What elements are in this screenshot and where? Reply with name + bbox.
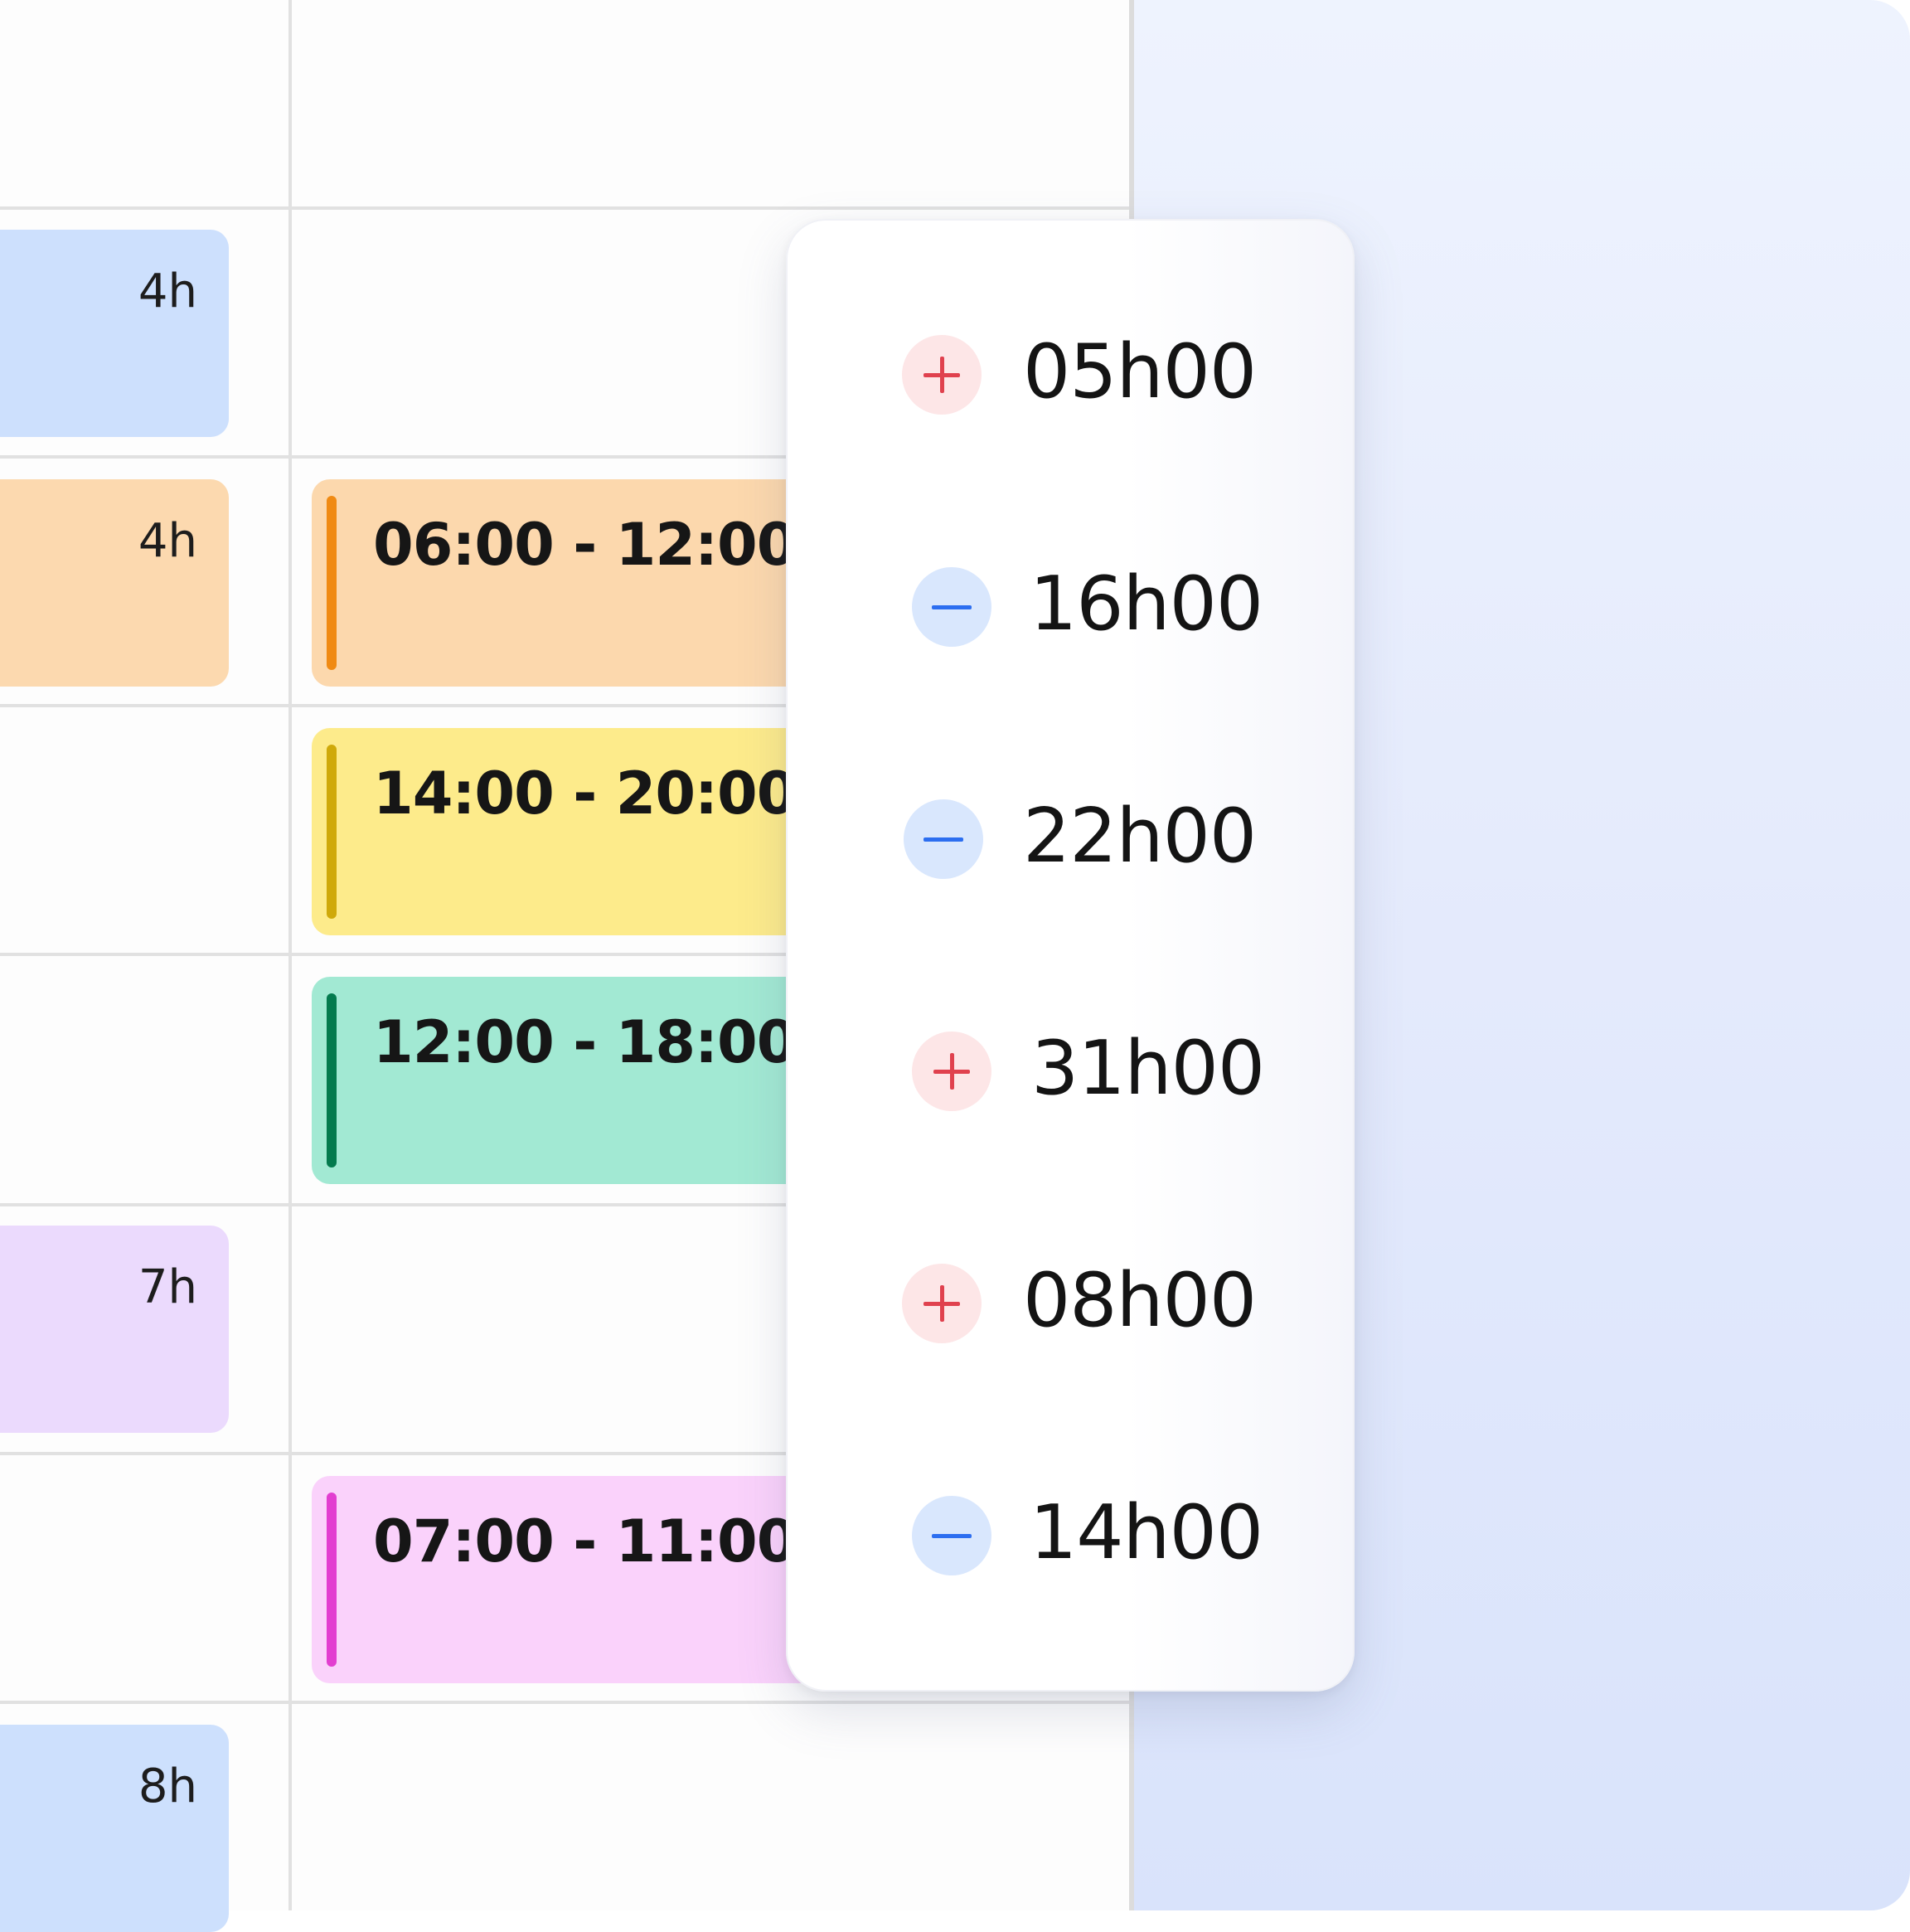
- hours-label: 4h: [138, 265, 197, 318]
- row-divider: [0, 1701, 1132, 1704]
- row-divider: [0, 206, 1132, 210]
- shift-time: 06:00 - 12:00: [373, 511, 797, 579]
- shift-color-bar: [327, 1493, 337, 1667]
- shift-color-bar: [327, 993, 337, 1167]
- balance-value: 31h00: [1031, 1025, 1265, 1112]
- minus-icon: [904, 799, 983, 879]
- plus-icon: [902, 335, 982, 415]
- shift-time: 14:00 - 20:00: [373, 760, 797, 828]
- balance-item[interactable]: 22h00: [788, 789, 1353, 889]
- balance-item[interactable]: 08h00: [788, 1254, 1353, 1353]
- balance-value: 05h00: [1023, 328, 1257, 415]
- hours-label: 8h: [138, 1760, 197, 1813]
- minus-icon: [912, 567, 991, 647]
- balance-item[interactable]: 14h00: [788, 1486, 1353, 1585]
- minus-icon: [912, 1496, 991, 1575]
- balance-value: 08h00: [1023, 1257, 1257, 1344]
- balance-item[interactable]: 31h00: [788, 1022, 1353, 1121]
- balance-value: 22h00: [1023, 793, 1257, 880]
- shift-time: 07:00 - 11:00: [373, 1507, 797, 1575]
- shift-card[interactable]: 07:00 - 11:00: [312, 1476, 809, 1683]
- balance-value: 16h00: [1030, 561, 1263, 648]
- shift-time: 12:00 - 18:00: [373, 1008, 797, 1076]
- hours-block[interactable]: 8h: [0, 1725, 229, 1932]
- shift-card[interactable]: 14:00 - 20:00: [312, 728, 809, 935]
- hours-block[interactable]: 7h: [0, 1226, 229, 1433]
- hours-balance-popover: 05h00 16h00 22h00 31h00 08h00 14h00: [786, 219, 1355, 1692]
- hours-block[interactable]: 4h: [0, 479, 229, 687]
- shift-card[interactable]: 06:00 - 12:00: [312, 479, 809, 687]
- balance-item[interactable]: 05h00: [788, 325, 1353, 425]
- column-divider: [288, 0, 292, 1910]
- balance-item[interactable]: 16h00: [788, 557, 1353, 657]
- plus-icon: [912, 1032, 991, 1111]
- shift-color-bar: [327, 745, 337, 919]
- plus-icon: [902, 1264, 982, 1343]
- shift-card[interactable]: 12:00 - 18:00: [312, 977, 809, 1184]
- balance-value: 14h00: [1030, 1489, 1263, 1576]
- shift-color-bar: [327, 496, 337, 670]
- hours-label: 4h: [138, 514, 197, 568]
- hours-block[interactable]: 4h: [0, 230, 229, 437]
- hours-label: 7h: [138, 1260, 197, 1314]
